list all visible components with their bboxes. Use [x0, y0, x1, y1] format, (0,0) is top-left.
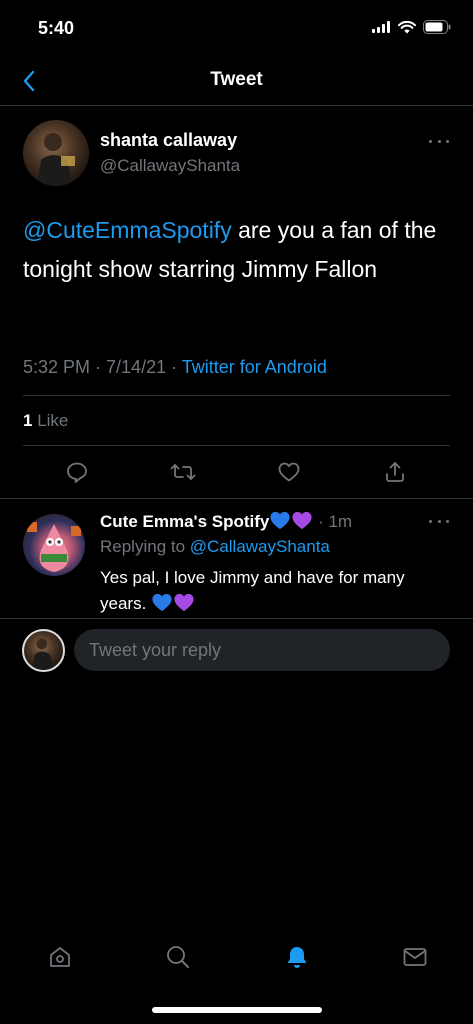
home-indicator[interactable]: [152, 1007, 322, 1013]
more-dot: [437, 139, 441, 143]
bell-icon: [287, 947, 307, 968]
tweet-text: @CuteEmmaSpotify are you a fan of the to…: [23, 211, 453, 289]
tab-notifications[interactable]: [282, 942, 312, 972]
tab-home[interactable]: [45, 942, 75, 972]
search-icon: [167, 946, 189, 968]
more-dot: [446, 519, 449, 523]
reply-body: Yes pal, I love Jimmy and have for many …: [100, 568, 405, 613]
my-avatar[interactable]: [22, 629, 65, 672]
heart-outline-icon: [278, 462, 300, 482]
share-button[interactable]: [381, 458, 409, 486]
wifi-icon: [398, 20, 416, 33]
more-dot: [429, 139, 432, 143]
status-icons: [372, 20, 451, 34]
nav-bar: Tweet: [0, 56, 473, 106]
status-bar: 5:40: [0, 0, 473, 56]
reply-author-name[interactable]: Cute Emma's Spotify: [100, 512, 269, 531]
tab-messages[interactable]: [400, 942, 430, 972]
home-icon: [50, 947, 70, 967]
tweet-mention[interactable]: @CuteEmmaSpotify: [23, 217, 232, 243]
page-title: Tweet: [210, 69, 263, 90]
author-avatar[interactable]: [23, 120, 89, 186]
tab-bar: [0, 932, 473, 982]
author-name[interactable]: shanta callaway: [100, 130, 237, 151]
tweet-actions: [0, 458, 473, 488]
reply-composer: Tweet your reply: [0, 620, 473, 680]
purple-heart-icon: [174, 593, 194, 612]
retweet-icon: [170, 464, 196, 480]
more-dot: [429, 519, 432, 523]
reply-text: Yes pal, I love Jimmy and have for many …: [100, 565, 440, 617]
battery-icon: [423, 20, 451, 34]
divider: [0, 498, 473, 499]
more-dot: [446, 139, 449, 143]
more-options-button[interactable]: [429, 136, 449, 146]
reply-author-line: Cute Emma's Spotify · 1m: [100, 510, 352, 532]
replying-to: Replying to @CallawayShanta: [100, 537, 330, 557]
cellular-signal-icon: [372, 21, 390, 33]
share-icon: [386, 462, 404, 482]
blue-heart-icon: [152, 593, 172, 612]
status-time: 5:40: [38, 18, 75, 38]
like-count-label: Like: [32, 411, 69, 430]
tweet-meta: 5:32 PM · 7/14/21 · Twitter for Android: [23, 357, 327, 378]
tweet-source[interactable]: Twitter for Android: [182, 357, 327, 377]
retweet-button[interactable]: [169, 458, 197, 486]
replying-to-label: Replying to: [100, 537, 190, 556]
replying-to-handle[interactable]: @CallawayShanta: [190, 537, 330, 556]
tab-search[interactable]: [163, 942, 193, 972]
like-count[interactable]: 1 Like: [23, 411, 68, 431]
reply-icon: [67, 462, 87, 483]
tweet-timestamp: 5:32 PM · 7/14/21 ·: [23, 357, 182, 377]
reply-more-options-button[interactable]: [429, 516, 449, 526]
divider: [23, 395, 450, 396]
reply-author-avatar[interactable]: [23, 514, 85, 576]
reply-input[interactable]: Tweet your reply: [74, 629, 450, 671]
author-handle[interactable]: @CallawayShanta: [100, 156, 240, 176]
purple-heart-icon: [292, 511, 312, 530]
reply-button[interactable]: [63, 458, 91, 486]
blue-heart-icon: [270, 511, 290, 530]
like-button[interactable]: [275, 458, 303, 486]
author-avatar-image: [37, 133, 75, 186]
divider: [23, 445, 450, 446]
reply-time: · 1m: [313, 512, 353, 531]
reply-avatar-image: [27, 522, 81, 572]
more-dot: [437, 519, 441, 523]
mail-icon: [403, 948, 427, 966]
divider: [0, 618, 473, 619]
my-avatar-image: [32, 638, 54, 670]
